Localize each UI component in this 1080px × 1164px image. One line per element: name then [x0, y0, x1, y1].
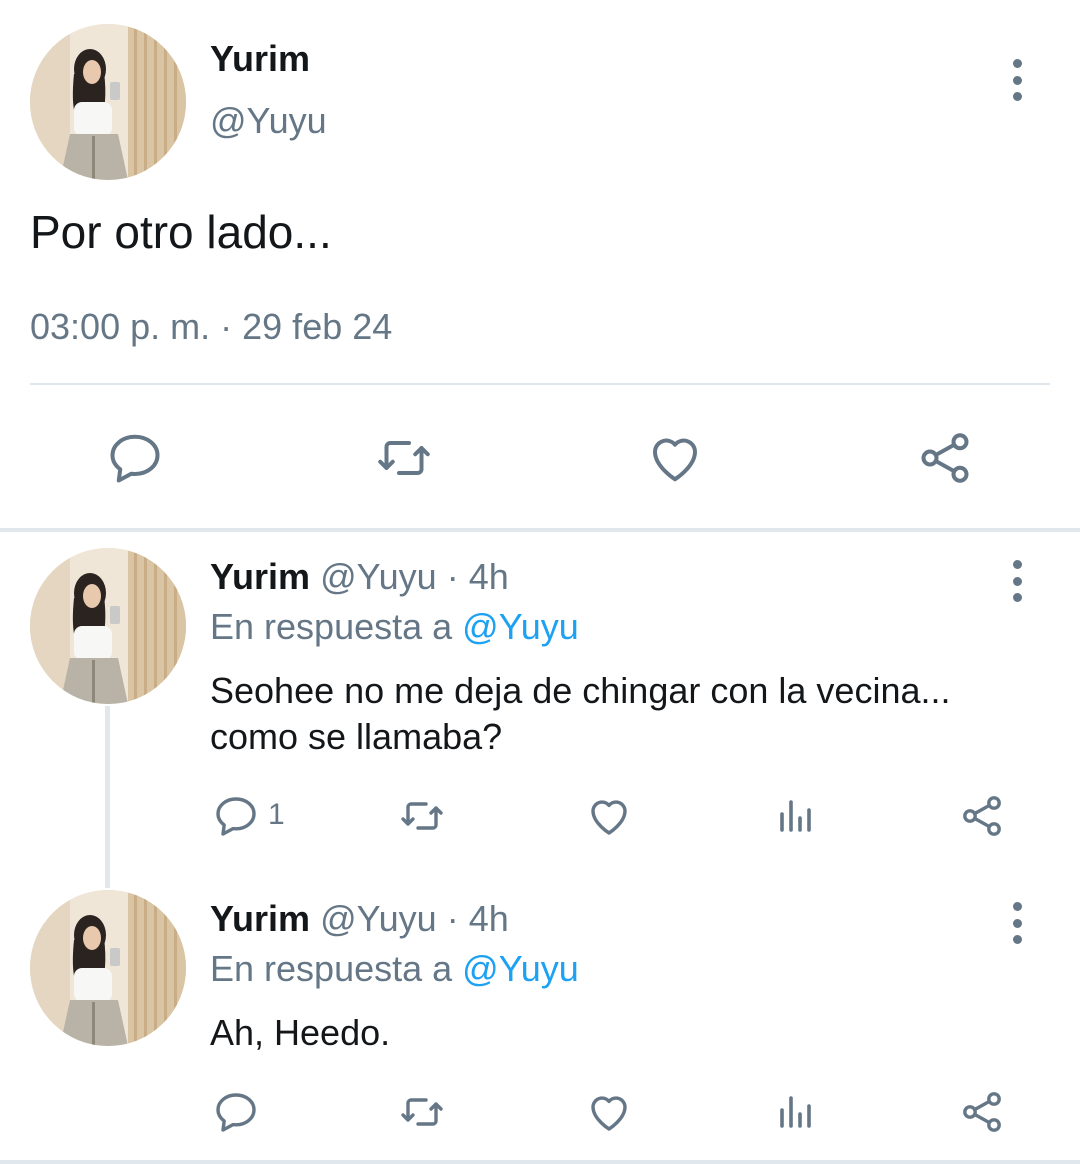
header-dot: · — [446, 556, 459, 597]
avatar-image — [30, 548, 186, 704]
retweet-arrows-icon — [401, 1098, 443, 1126]
tweet-text-line: como se llamaba? — [210, 716, 503, 757]
avatar[interactable] — [30, 548, 186, 704]
retweet-button[interactable] — [372, 428, 436, 488]
reply-to-link[interactable]: @Yuyu — [462, 948, 579, 989]
analytics-button[interactable] — [772, 1088, 820, 1136]
like-button[interactable] — [585, 1088, 633, 1136]
speech-bubble-icon — [110, 434, 160, 483]
author-name[interactable]: Yurim — [210, 898, 310, 939]
share-button[interactable] — [958, 1088, 1006, 1136]
speech-bubble-icon — [216, 797, 256, 836]
reply-count: 1 — [268, 798, 285, 831]
share-nodes-icon — [921, 433, 969, 483]
retweet-button[interactable] — [396, 1088, 448, 1136]
reply-header: Yurim @Yuyu · 4h — [210, 898, 509, 940]
like-button[interactable] — [645, 428, 705, 488]
tweet-age: 4h — [468, 898, 509, 939]
tweet-text: Ah, Heedo. — [210, 1010, 390, 1056]
author-handle[interactable]: @Yuyu — [210, 100, 327, 142]
tweet-date: 29 feb 24 — [242, 306, 393, 347]
avatar-image — [30, 24, 186, 180]
heart-icon — [653, 438, 697, 482]
reply-button[interactable] — [212, 1088, 260, 1136]
more-options-button[interactable] — [997, 556, 1037, 606]
like-button[interactable] — [585, 792, 633, 840]
heart-icon — [591, 1096, 627, 1131]
bar-chart-icon — [780, 800, 811, 832]
share-nodes-icon — [963, 796, 1001, 836]
thread-line — [105, 706, 110, 888]
author-name[interactable]: Yurim — [210, 556, 310, 597]
timestamp-separator: · — [220, 306, 233, 347]
reply-to-link[interactable]: @Yuyu — [462, 606, 579, 647]
avatar[interactable] — [30, 890, 186, 1046]
retweet-arrows-icon — [378, 441, 430, 475]
section-divider — [0, 528, 1080, 532]
reply-context: En respuesta a @Yuyu — [210, 606, 579, 648]
more-options-button[interactable] — [997, 898, 1037, 948]
avatar[interactable] — [30, 24, 186, 180]
bottom-divider — [0, 1160, 1080, 1164]
reply-context: En respuesta a @Yuyu — [210, 948, 579, 990]
vertical-dots-icon — [1012, 560, 1022, 569]
reply-header: Yurim @Yuyu · 4h — [210, 556, 509, 598]
speech-bubble-icon — [216, 1093, 256, 1132]
share-nodes-icon — [963, 1092, 1001, 1132]
tweet-time: 03:00 p. m. — [30, 306, 211, 347]
analytics-button[interactable] — [772, 792, 820, 840]
reply-button[interactable] — [105, 428, 165, 488]
author-name[interactable]: Yurim — [210, 38, 310, 80]
tweet-age: 4h — [468, 556, 509, 597]
retweet-arrows-icon — [401, 802, 443, 830]
more-options-button[interactable] — [997, 55, 1037, 105]
reply-button[interactable] — [212, 792, 260, 840]
tweet-text: Seohee no me deja de chingar con la veci… — [210, 668, 951, 760]
heart-icon — [591, 800, 627, 835]
header-dot: · — [446, 898, 459, 939]
vertical-dots-icon — [1012, 59, 1022, 68]
avatar-image — [30, 890, 186, 1046]
tweet-text: Por otro lado... — [30, 206, 332, 258]
share-button[interactable] — [958, 792, 1006, 840]
tweet-text-line: Ah, Heedo. — [210, 1012, 391, 1053]
tweet-timestamp: 03:00 p. m. · 29 feb 24 — [30, 306, 392, 348]
tweet-text-line: Seohee no me deja de chingar con la veci… — [210, 670, 951, 711]
retweet-button[interactable] — [396, 792, 448, 840]
divider — [30, 383, 1050, 385]
bar-chart-icon — [780, 1096, 811, 1128]
vertical-dots-icon — [1012, 902, 1022, 911]
reply-prefix: En respuesta a — [210, 948, 453, 989]
share-button[interactable] — [915, 428, 975, 488]
reply-prefix: En respuesta a — [210, 606, 453, 647]
author-handle[interactable]: @Yuyu — [320, 556, 437, 597]
author-handle[interactable]: @Yuyu — [320, 898, 437, 939]
